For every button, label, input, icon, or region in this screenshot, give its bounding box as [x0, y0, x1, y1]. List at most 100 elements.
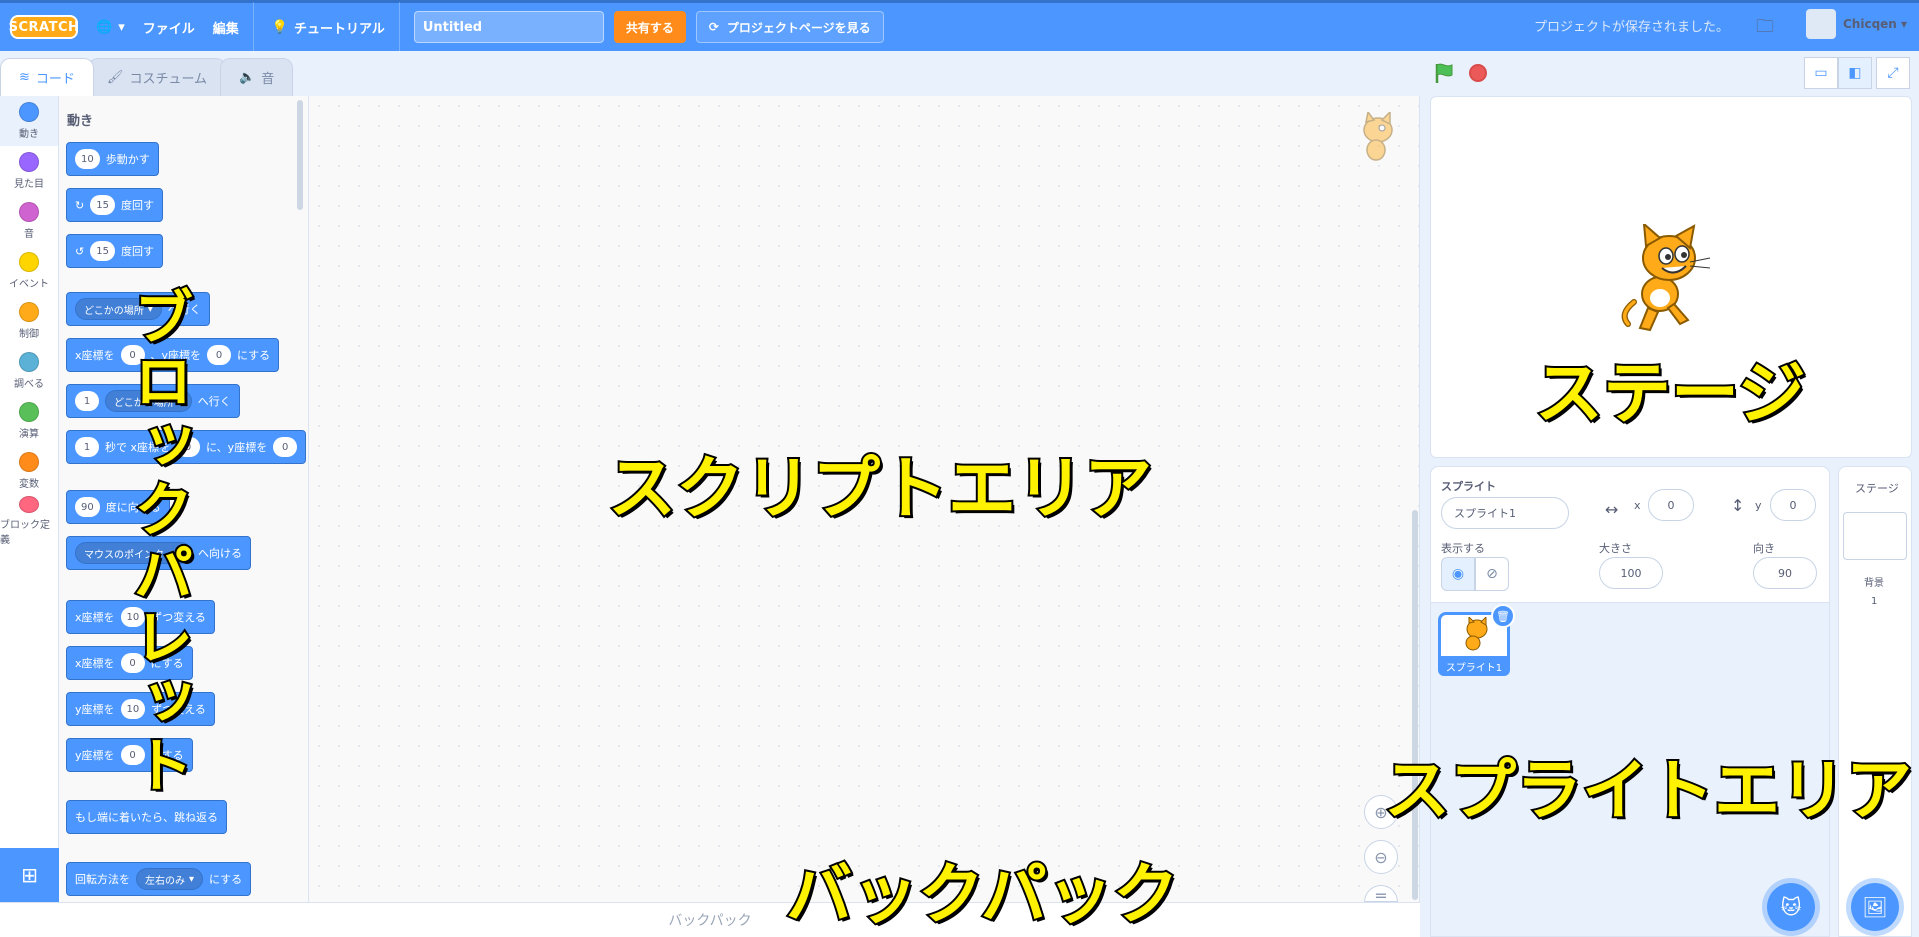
small-stage-button[interactable]: ▭ [1804, 57, 1838, 89]
code-icon: ≋ [19, 70, 30, 85]
add-extension-button[interactable]: ⊞ [0, 848, 59, 902]
fullscreen-icon: ⤢ [1887, 65, 1899, 81]
category-item[interactable]: 変数 [0, 446, 58, 496]
block-label: へ行く [197, 395, 231, 408]
block-turn-right[interactable]: ↻ 15 度回す [66, 188, 163, 222]
language-menu[interactable]: 🌐 ▾ [96, 20, 125, 35]
category-dot-icon [19, 202, 39, 222]
current-sprite-icon [1363, 112, 1393, 161]
account-menu[interactable]: Chicqen ▾ [1843, 17, 1907, 31]
category-label: 変数 [19, 479, 39, 490]
tutorial-menu[interactable]: 💡 チュートリアル [272, 18, 385, 37]
y-label: y [1755, 499, 1762, 512]
zoom-out-button[interactable]: ⊖ [1364, 840, 1398, 874]
category-item[interactable]: イベント [0, 246, 58, 296]
block-input[interactable]: 15 [90, 195, 115, 215]
direction-input[interactable]: 90 [1753, 557, 1817, 589]
category-menu: 動き見た目音イベント制御調べる演算変数ブロック定義 [0, 96, 59, 848]
large-stage-button[interactable]: ◧ [1838, 57, 1872, 89]
x-arrows-icon: ↔ [1605, 500, 1619, 519]
backdrops-count: 1 [1871, 596, 1878, 607]
category-label: 見た目 [14, 179, 44, 190]
project-page-button[interactable]: ⟳ プロジェクトページを見る [695, 11, 884, 43]
choose-sprite-button[interactable]: 🐱 [1767, 883, 1815, 931]
category-item[interactable]: 調べる [0, 346, 58, 396]
category-item[interactable]: 音 [0, 196, 58, 246]
category-item[interactable]: 見た目 [0, 146, 58, 196]
block-input[interactable]: 0 [273, 437, 298, 457]
annotation-script-area: スクリプトエリア [606, 450, 1154, 529]
scratch-logo[interactable]: SCRATCH [9, 15, 79, 39]
fullscreen-button[interactable]: ⤢ [1876, 57, 1910, 89]
block-dropdown[interactable]: 左右のみ ▾ [136, 868, 204, 890]
category-label: イベント [9, 279, 49, 290]
category-item[interactable]: 動き [0, 96, 58, 146]
project-title-input[interactable] [413, 11, 604, 43]
block-rotation-style[interactable]: 回転方法を 左右のみ ▾ にする [66, 862, 252, 896]
block-input[interactable]: 1 [75, 391, 99, 411]
block-turn-left[interactable]: ↺ 15 度回す [66, 234, 163, 268]
tab-sounds[interactable]: 🔈 音 [220, 58, 294, 96]
block-input[interactable]: 15 [90, 241, 115, 261]
x-label: x [1634, 499, 1641, 512]
category-item[interactable]: 演算 [0, 396, 58, 446]
palette-scrollbar[interactable] [297, 100, 303, 210]
speaker-icon: 🔈 [239, 70, 256, 85]
brush-icon: 🖌 [106, 70, 124, 85]
block-input[interactable]: 0 [207, 345, 232, 365]
category-dot-icon [19, 352, 39, 372]
block-bounce[interactable]: もし端に着いたら、跳ね返る [66, 800, 227, 834]
y-input[interactable]: 0 [1770, 489, 1816, 521]
sprite-tile-label: スプライト1 [1438, 656, 1510, 676]
tab-code-label: コード [35, 72, 75, 87]
lightbulb-icon: 💡 [271, 19, 288, 35]
folder-icon[interactable]: 🗀 [1756, 14, 1774, 44]
category-dot-icon [19, 102, 39, 122]
category-item[interactable]: 制御 [0, 296, 58, 346]
x-input[interactable]: 0 [1648, 489, 1694, 521]
file-menu[interactable]: ファイル [143, 18, 195, 37]
choose-backdrop-button[interactable]: 🖼 [1851, 883, 1899, 931]
block-label: にする [209, 873, 243, 886]
show-sprite-button[interactable]: ◉ [1441, 557, 1475, 591]
stage-selector-label: ステージ [1855, 482, 1899, 495]
sprite-thumbnail [1465, 617, 1488, 651]
cat-sprite[interactable] [1614, 224, 1714, 334]
block-move[interactable]: 10 歩動かす [66, 142, 159, 176]
chevron-down-icon: ▾ [118, 19, 125, 35]
stop-icon[interactable] [1469, 64, 1487, 82]
backpack[interactable]: バックパック [0, 902, 1420, 937]
extension-icon: ⊞ [21, 863, 38, 887]
stage-thumbnail[interactable] [1843, 512, 1907, 560]
block-label: に、y座標を [206, 441, 268, 454]
annotation-backpack: バックパック [784, 856, 1181, 933]
tab-code[interactable]: ≋ コード [0, 58, 94, 96]
show-label: 表示する [1441, 542, 1485, 555]
share-button[interactable]: 共有する [613, 11, 686, 43]
image-plus-icon: 🖼 [1862, 895, 1888, 919]
small-stage-icon: ▭ [1814, 65, 1828, 81]
block-input[interactable]: 90 [75, 497, 100, 517]
block-label: 度回す [120, 199, 154, 212]
delete-sprite-button[interactable]: 🗑 [1491, 604, 1515, 628]
avatar[interactable] [1806, 9, 1836, 39]
script-scrollbar[interactable] [1412, 510, 1418, 900]
rotate-left-icon: ↺ [75, 244, 85, 258]
zoom-out-icon: ⊖ [1374, 847, 1388, 867]
project-page-label: プロジェクトページを見る [726, 20, 871, 35]
edit-menu[interactable]: 編集 [213, 18, 239, 37]
hide-sprite-button[interactable]: ⊘ [1475, 557, 1509, 591]
category-label: 調べる [14, 379, 44, 390]
sprite-name-input[interactable]: スプライト1 [1441, 497, 1569, 529]
size-input[interactable]: 100 [1599, 557, 1663, 589]
green-flag-icon[interactable] [1433, 62, 1455, 84]
block-input[interactable]: 10 [75, 149, 100, 169]
category-label: 動き [19, 129, 39, 140]
category-label: 制御 [19, 329, 39, 340]
category-label: 音 [24, 229, 34, 240]
category-label: ブロック定義 [0, 520, 50, 546]
category-item[interactable]: ブロック定義 [0, 496, 58, 546]
category-dot-icon [19, 496, 39, 513]
tab-costumes[interactable]: 🖌 コスチューム [87, 58, 227, 96]
block-input[interactable]: 1 [75, 437, 99, 457]
